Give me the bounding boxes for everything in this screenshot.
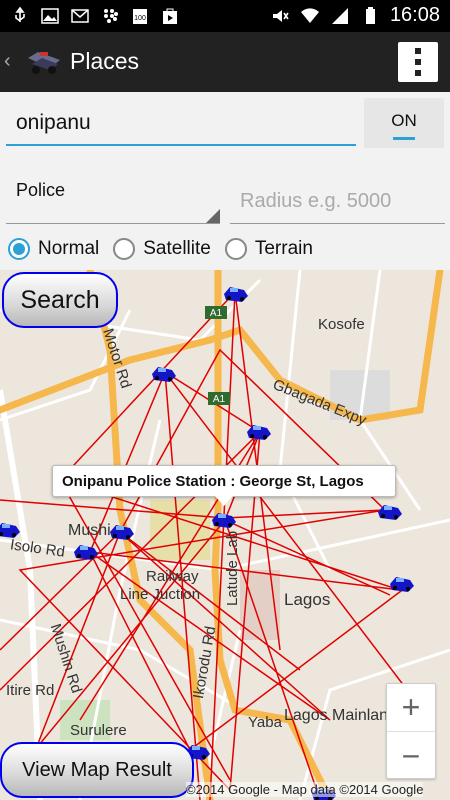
zoom-controls: + − (386, 683, 436, 779)
play-store-icon (163, 8, 177, 24)
map-label: Lagos (284, 590, 331, 609)
dropdown-triangle-icon (206, 209, 220, 223)
toggle-indicator (393, 136, 415, 140)
radio-label: Terrain (254, 238, 313, 259)
radio-label: Normal (38, 238, 100, 259)
map-copyright: ©2014 Google - Map data ©2014 Google (186, 782, 424, 797)
radio-button[interactable] (113, 238, 136, 260)
svg-text:100: 100 (134, 15, 146, 22)
map-type-radio-group: Normal Satellite Terrain (8, 238, 317, 260)
map-label: Mushi (68, 522, 111, 539)
radio-label: Satellite (143, 238, 211, 259)
search-button[interactable]: Search (2, 272, 118, 328)
image-icon (41, 8, 59, 24)
radio-button-selected[interactable] (8, 238, 30, 260)
search-input[interactable] (6, 102, 356, 146)
toggle-label: ON (391, 110, 417, 130)
action-bar: ‹ Places (0, 32, 450, 92)
notification-icons: 100 (10, 6, 180, 26)
map-label: Itire Rd (6, 682, 55, 699)
radio-button[interactable] (224, 238, 247, 260)
place-type-dropdown[interactable]: Police (6, 172, 220, 224)
battery-100-icon: 100 (133, 9, 147, 24)
chevron-left-icon[interactable]: ‹ (4, 50, 11, 73)
overflow-menu-icon[interactable] (398, 42, 438, 82)
radio-normal[interactable]: Normal (8, 238, 103, 260)
system-icons: 16:08 (270, 4, 440, 27)
radius-input[interactable] (230, 172, 445, 224)
map-label: Railway (146, 568, 199, 585)
radio-satellite[interactable]: Satellite (113, 238, 215, 260)
app-logo-icon[interactable] (24, 44, 64, 80)
map-label: Latude Lab (224, 530, 242, 607)
map-label: Lagos Mainland (284, 707, 397, 724)
status-bar: 100 16:08 (0, 0, 450, 32)
mute-icon (272, 9, 289, 22)
zoom-in-button[interactable]: + (387, 684, 435, 732)
map-label: Kosofe (318, 316, 365, 333)
map-label: Yaba (248, 714, 282, 731)
svg-text:A1: A1 (213, 394, 226, 405)
map-info-window[interactable]: Onipanu Police Station : George St, Lago… (52, 465, 396, 506)
map-label: Surulere (70, 722, 127, 739)
svg-text:A1: A1 (210, 308, 223, 319)
map-view[interactable]: A1 A1 Kosofe Gbagada Expy Motor Rd Mushi… (0, 270, 450, 800)
map-label: Line Juction (120, 586, 201, 603)
zoom-out-button[interactable]: − (387, 732, 435, 780)
blackberry-icon (104, 9, 118, 23)
battery-icon (365, 6, 375, 24)
search-form: ON Police Normal Satellite Terrain (0, 92, 450, 270)
usb-icon (15, 6, 25, 22)
toggle-button[interactable]: ON (364, 98, 444, 148)
radio-terrain[interactable]: Terrain (224, 238, 317, 260)
email-icon (71, 9, 89, 23)
clock: 16:08 (389, 4, 440, 26)
page-title: Places (70, 48, 140, 74)
wifi-icon (300, 7, 319, 23)
place-type-value: Police (16, 180, 66, 200)
view-map-result-button[interactable]: View Map Result (0, 742, 194, 798)
signal-icon (331, 7, 348, 24)
